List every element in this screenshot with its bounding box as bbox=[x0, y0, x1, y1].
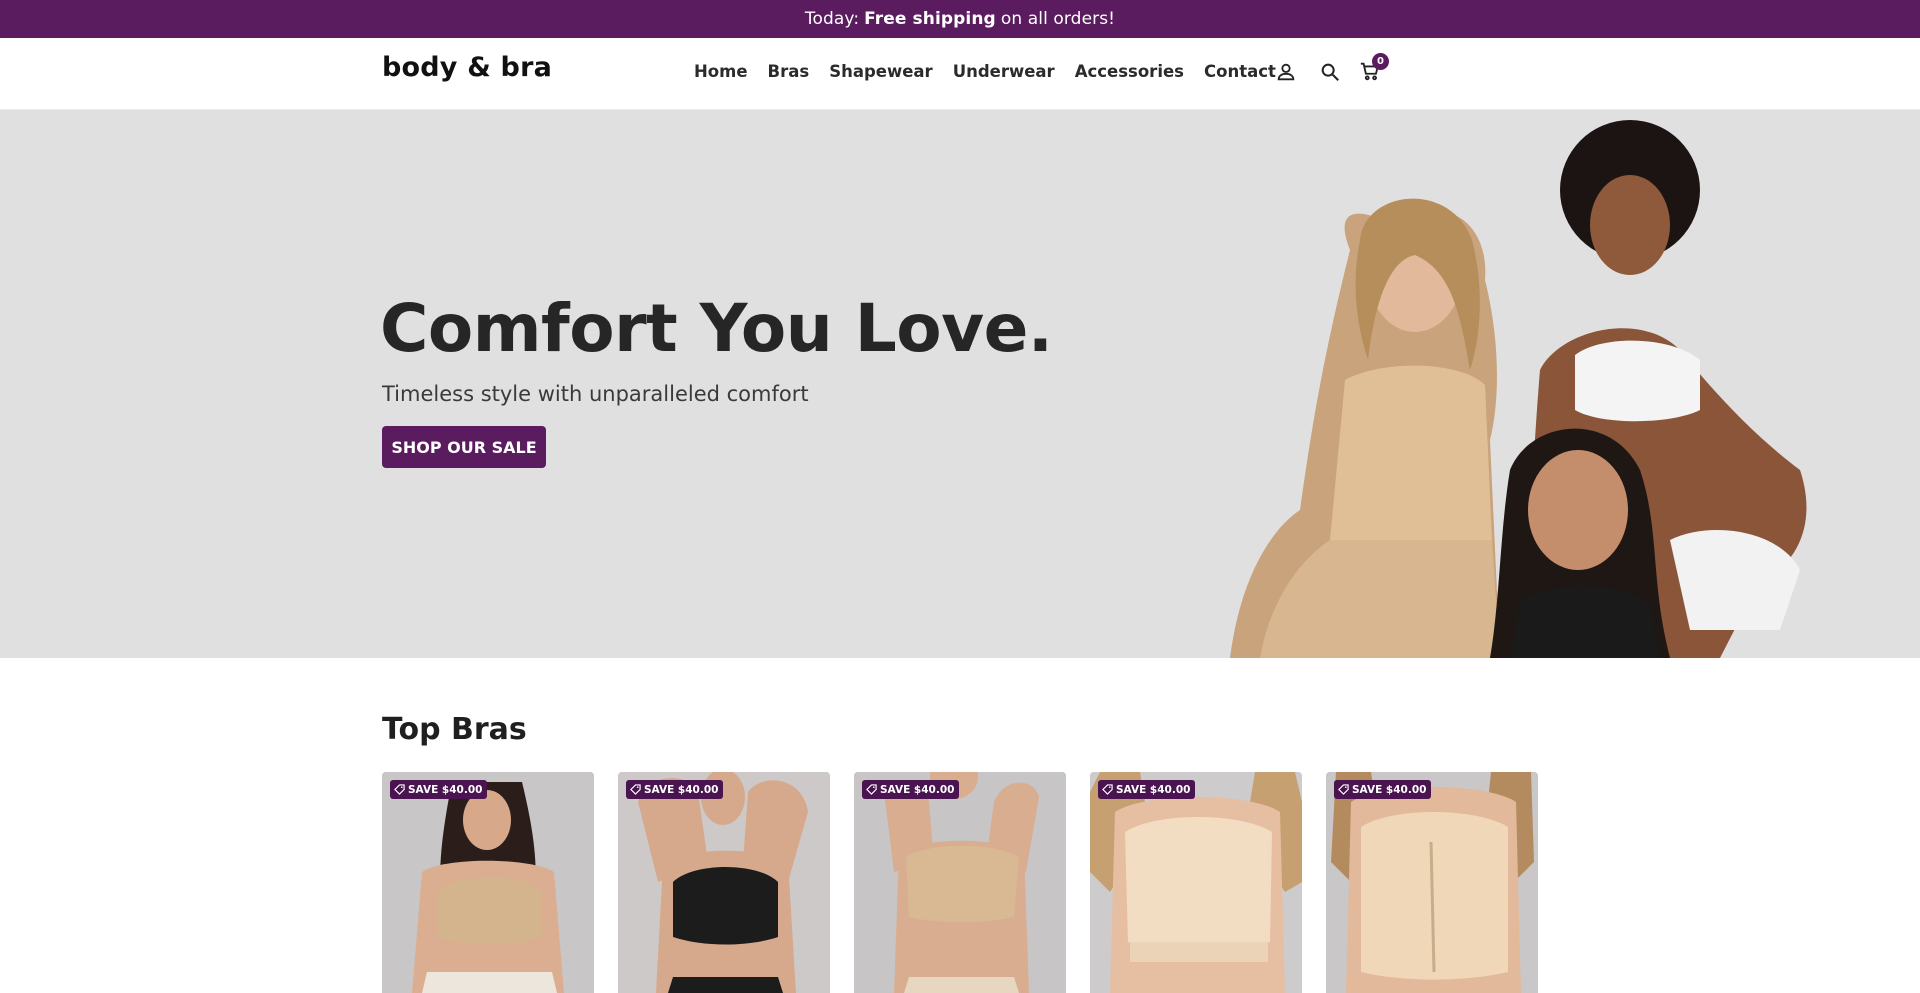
discount-badge: SAVE $40.00 bbox=[626, 780, 724, 799]
hero-banner: Comfort You Love. Timeless style with un… bbox=[0, 110, 1920, 658]
product-card[interactable]: SAVE $40.00 bbox=[854, 772, 1066, 993]
cart-count-badge: 0 bbox=[1372, 53, 1389, 70]
tag-icon bbox=[866, 784, 877, 795]
hero-models-image bbox=[1230, 120, 1807, 658]
announcement-suffix: on all orders! bbox=[1000, 9, 1116, 29]
discount-label: SAVE $40.00 bbox=[880, 783, 955, 796]
discount-label: SAVE $40.00 bbox=[644, 783, 719, 796]
discount-label: SAVE $40.00 bbox=[408, 783, 483, 796]
shop-sale-button[interactable]: SHOP OUR SALE bbox=[382, 426, 546, 468]
discount-badge: SAVE $40.00 bbox=[862, 780, 960, 799]
announcement-bar: Today: Free shipping on all orders! bbox=[0, 0, 1920, 38]
nav-shapewear[interactable]: Shapewear bbox=[829, 62, 932, 81]
discount-badge: SAVE $40.00 bbox=[1098, 780, 1196, 799]
product-image bbox=[1326, 772, 1538, 993]
hero-subtitle: Timeless style with unparalleled comfort bbox=[382, 382, 809, 406]
announcement-highlight: Free shipping bbox=[864, 9, 996, 29]
tag-icon bbox=[394, 784, 405, 795]
product-card[interactable]: SAVE $40.00 bbox=[1090, 772, 1302, 993]
section-title: Top Bras bbox=[382, 712, 527, 747]
announcement-prefix: Today: bbox=[804, 9, 860, 29]
site-logo[interactable]: body & bra bbox=[382, 52, 552, 83]
tag-icon bbox=[630, 784, 641, 795]
site-header: body & bra Home Bras Shapewear Underwear… bbox=[0, 38, 1920, 110]
nav-bras[interactable]: Bras bbox=[768, 62, 810, 81]
product-image bbox=[382, 772, 594, 993]
hero-title: Comfort You Love. bbox=[380, 290, 1053, 367]
discount-badge: SAVE $40.00 bbox=[390, 780, 488, 799]
nav-accessories[interactable]: Accessories bbox=[1075, 62, 1184, 81]
tag-icon bbox=[1338, 784, 1349, 795]
product-card[interactable]: SAVE $40.00 bbox=[1326, 772, 1538, 993]
discount-label: SAVE $40.00 bbox=[1352, 783, 1427, 796]
main-nav: Home Bras Shapewear Underwear Accessorie… bbox=[694, 62, 1296, 81]
product-image bbox=[618, 772, 830, 993]
account-icon[interactable] bbox=[1275, 61, 1299, 85]
discount-badge: SAVE $40.00 bbox=[1334, 780, 1432, 799]
product-card[interactable]: SAVE $40.00 bbox=[382, 772, 594, 993]
nav-home[interactable]: Home bbox=[694, 62, 748, 81]
tag-icon bbox=[1102, 784, 1113, 795]
product-image bbox=[1090, 772, 1302, 993]
product-image bbox=[854, 772, 1066, 993]
discount-label: SAVE $40.00 bbox=[1116, 783, 1191, 796]
nav-underwear[interactable]: Underwear bbox=[953, 62, 1055, 81]
product-card[interactable]: SAVE $40.00 bbox=[618, 772, 830, 993]
nav-contact[interactable]: Contact bbox=[1204, 62, 1276, 81]
search-icon[interactable] bbox=[1319, 61, 1343, 85]
